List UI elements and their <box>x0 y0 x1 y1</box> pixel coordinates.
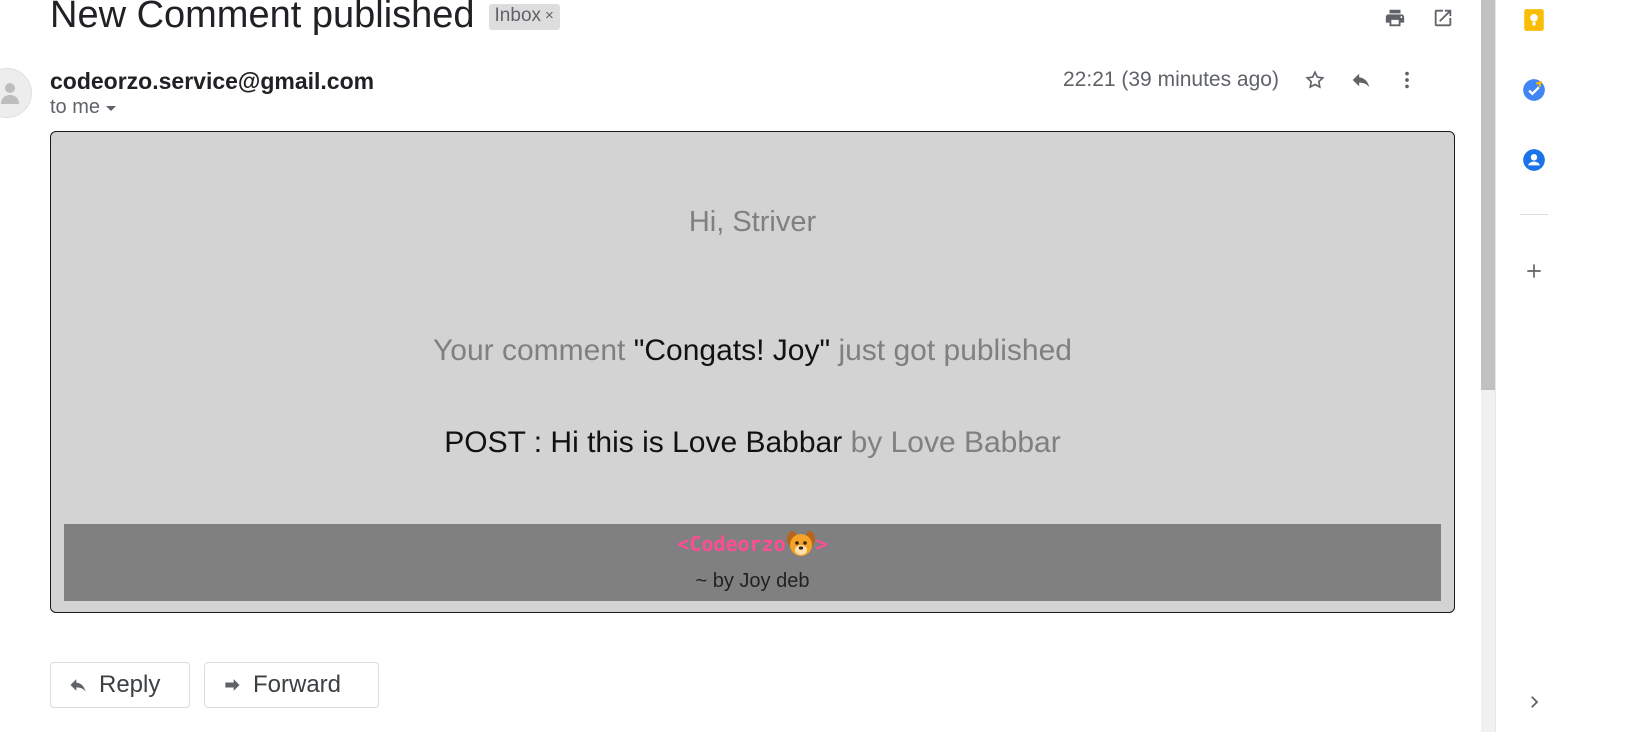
message-meta: 22:21 (39 minutes ago) <box>1063 68 1419 92</box>
greeting-text: Hi, Striver <box>688 206 817 238</box>
add-icon[interactable] <box>1520 257 1548 285</box>
footer-byline: ~ by Joy deb <box>695 570 810 592</box>
top-actions <box>1383 6 1455 30</box>
inbox-label-chip[interactable]: Inbox × <box>488 3 560 30</box>
reply-label: Reply <box>99 671 161 698</box>
message-body-card: Hi, Striver Your comment "Congats! Joy" … <box>50 131 1455 613</box>
comment-prefix: Your comment <box>433 334 634 367</box>
reply-arrow-icon <box>70 679 86 692</box>
subject-row: New Comment published Inbox × <box>50 0 560 37</box>
open-in-new-window-icon[interactable] <box>1431 6 1455 30</box>
side-panel-separator <box>1520 214 1548 215</box>
message-actions <box>1303 68 1419 92</box>
brand-open: <Codeorzo <box>677 532 786 556</box>
chevron-down-icon[interactable] <box>106 106 117 111</box>
post-title: POST : Hi this is Love Babbar <box>444 426 843 459</box>
sender-avatar[interactable] <box>0 68 32 118</box>
email-footer-band: <Codeorzo > ~ by Joy deb <box>64 524 1441 601</box>
email-subject: New Comment published <box>50 0 475 36</box>
chevron-right-icon[interactable] <box>1520 688 1548 716</box>
post-line: POST : Hi this is Love Babbar by Love Ba… <box>51 426 1454 460</box>
recipient-text: to me <box>50 96 101 118</box>
tasks-icon[interactable] <box>1520 76 1548 104</box>
message-time: 22:21 (39 minutes ago) <box>1063 68 1279 91</box>
contacts-icon[interactable] <box>1520 146 1548 174</box>
dog-emoji-icon <box>786 530 816 558</box>
brand-close: > <box>815 532 828 556</box>
reply-button[interactable]: Reply <box>50 662 190 708</box>
sender-email[interactable]: codeorzo.service@gmail.com <box>50 68 374 95</box>
more-vert-icon[interactable] <box>1395 68 1419 92</box>
forward-label: Forward <box>253 671 342 698</box>
forward-button[interactable]: Forward <box>204 662 379 708</box>
comment-status-line: Your comment "Congats! Joy" just got pub… <box>51 334 1454 368</box>
post-author: by Love Babbar <box>842 426 1061 459</box>
comment-suffix: just got published <box>830 334 1072 367</box>
brand-logo: <Codeorzo > <box>64 530 1441 558</box>
side-panel <box>1496 0 1644 732</box>
comment-text: "Congats! Joy" <box>633 334 831 367</box>
scrollbar-track[interactable] <box>1481 0 1495 732</box>
scrollbar-thumb[interactable] <box>1481 0 1495 390</box>
forward-arrow-icon <box>225 679 240 691</box>
label-text: Inbox <box>494 4 542 26</box>
reply-icon[interactable] <box>1349 68 1373 92</box>
star-icon[interactable] <box>1303 68 1327 92</box>
keep-icon[interactable] <box>1520 6 1548 34</box>
remove-label-icon[interactable]: × <box>545 7 554 24</box>
print-icon[interactable] <box>1383 6 1407 30</box>
recipient-details[interactable]: to me <box>50 96 117 119</box>
email-view: New Comment published Inbox × codeorzo.s… <box>0 0 1644 732</box>
